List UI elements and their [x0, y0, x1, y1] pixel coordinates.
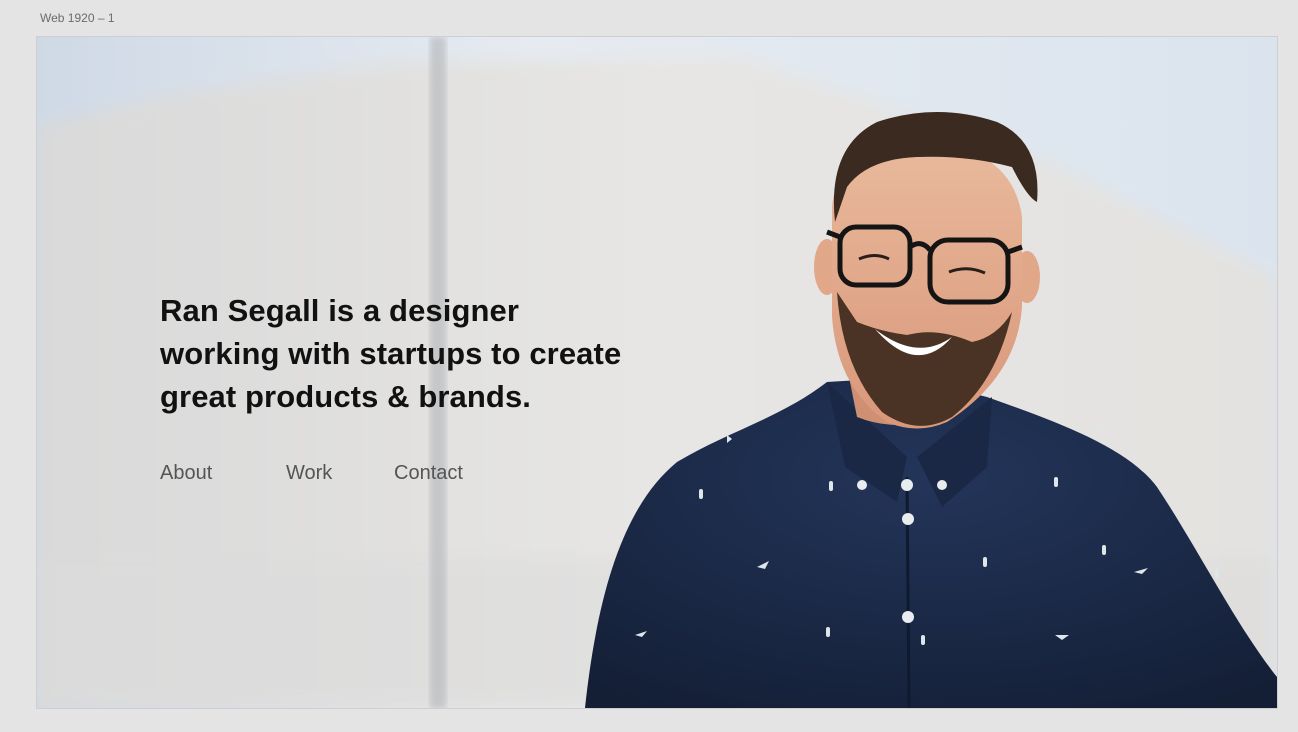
frame-label: Web 1920 – 1: [40, 11, 115, 25]
headline-line: working with startups to create: [160, 336, 622, 371]
nav-link-work[interactable]: Work: [286, 462, 332, 485]
nav-link-contact[interactable]: Contact: [394, 462, 463, 485]
headline-line: great products & brands.: [160, 379, 532, 414]
headline-line: Ran Segall is a designer: [160, 293, 520, 328]
nav-link-about[interactable]: About: [160, 462, 212, 485]
hero-headline: Ran Segall is a designer working with st…: [160, 289, 720, 418]
artboard: Ran Segall is a designer working with st…: [37, 37, 1277, 708]
